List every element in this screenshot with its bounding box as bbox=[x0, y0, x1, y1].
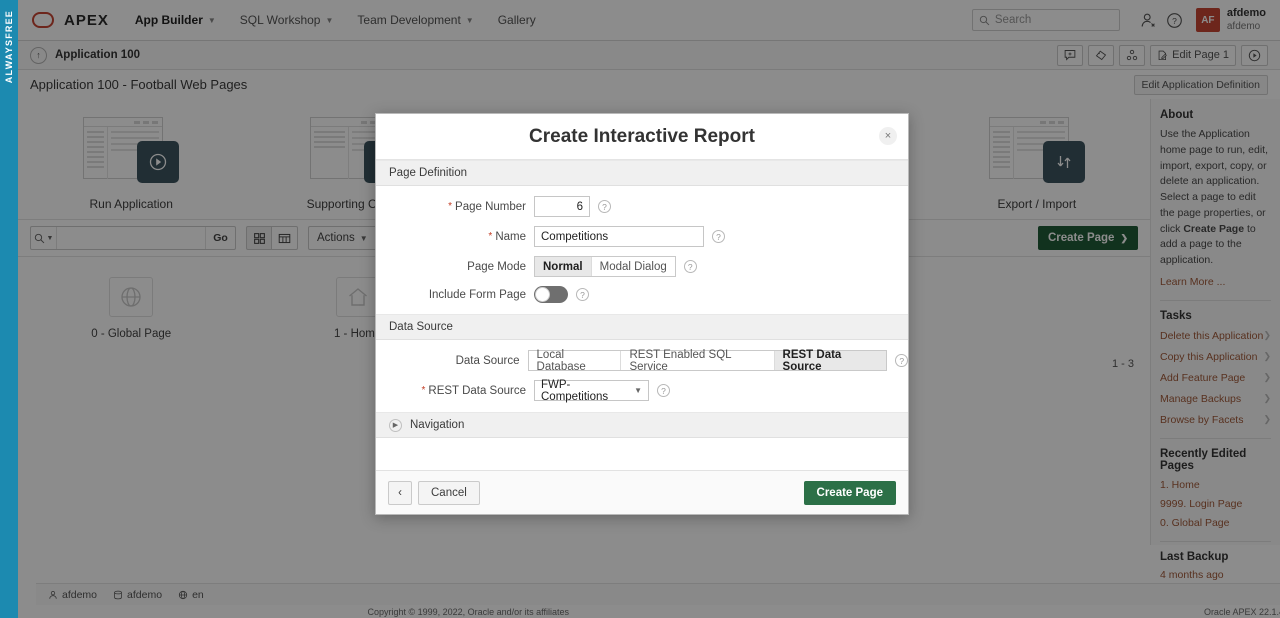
name-input[interactable]: Competitions bbox=[534, 226, 704, 247]
create-page-submit-button[interactable]: Create Page bbox=[804, 481, 896, 505]
section-header-navigation[interactable]: ▶ Navigation bbox=[376, 412, 908, 438]
rest-data-source-label: REST Data Source bbox=[428, 385, 526, 397]
page-number-label-wrap: * Page Number bbox=[376, 201, 534, 213]
page-mode-label: Page Mode bbox=[376, 261, 534, 273]
dialog-body: Page Definition * Page Number 6 ? * Name… bbox=[376, 160, 908, 470]
apex-app-builder-screen: ALWAYSFREE APEX App Builder ▼ SQL Worksh… bbox=[0, 0, 1280, 618]
field-row-rest-data-source: * REST Data Source FWP-Competitions ▼ ? bbox=[376, 380, 908, 401]
data-source-label: Data Source bbox=[376, 355, 528, 367]
expand-triangle-icon[interactable]: ▶ bbox=[389, 419, 402, 432]
section-body-page-definition: * Page Number 6 ? * Name Competitions ? … bbox=[376, 186, 908, 314]
name-label: Name bbox=[495, 231, 526, 243]
help-icon[interactable]: ? bbox=[684, 260, 697, 273]
field-row-name: * Name Competitions ? bbox=[376, 226, 908, 247]
cancel-button[interactable]: Cancel bbox=[418, 481, 480, 505]
field-row-page-mode: Page Mode Normal Modal Dialog ? bbox=[376, 256, 908, 277]
always-free-label: ALWAYSFREE bbox=[4, 10, 14, 83]
back-button[interactable]: ‹ bbox=[388, 481, 412, 505]
close-icon[interactable]: × bbox=[879, 127, 897, 145]
dialog-title: Create Interactive Report bbox=[529, 126, 755, 148]
field-row-data-source: Data Source Local Database REST Enabled … bbox=[376, 350, 908, 371]
page-number-label: Page Number bbox=[455, 201, 526, 213]
page-mode-option-modal-dialog[interactable]: Modal Dialog bbox=[592, 257, 675, 276]
name-label-wrap: * Name bbox=[376, 231, 534, 243]
required-marker: * bbox=[422, 386, 426, 396]
help-icon[interactable]: ? bbox=[895, 354, 908, 367]
rest-data-source-value: FWP-Competitions bbox=[541, 379, 634, 403]
chevron-down-icon: ▼ bbox=[634, 386, 642, 395]
rest-data-source-select[interactable]: FWP-Competitions ▼ bbox=[534, 380, 649, 401]
data-source-option-rest-enabled-sql-service[interactable]: REST Enabled SQL Service bbox=[621, 351, 774, 370]
section-header-data-source: Data Source bbox=[376, 314, 908, 340]
toggle-knob bbox=[535, 287, 550, 302]
navigation-heading: Navigation bbox=[410, 419, 464, 431]
required-marker: * bbox=[448, 202, 452, 212]
data-source-switch: Local Database REST Enabled SQL Service … bbox=[528, 350, 888, 371]
help-icon[interactable]: ? bbox=[712, 230, 725, 243]
required-marker: * bbox=[488, 232, 492, 242]
data-source-option-rest-data-source[interactable]: REST Data Source bbox=[775, 351, 887, 370]
dialog-title-bar: Create Interactive Report × bbox=[376, 114, 908, 160]
help-icon[interactable]: ? bbox=[576, 288, 589, 301]
page-mode-option-normal[interactable]: Normal bbox=[535, 257, 592, 276]
help-icon[interactable]: ? bbox=[598, 200, 611, 213]
page-mode-switch: Normal Modal Dialog bbox=[534, 256, 676, 277]
page-number-input[interactable]: 6 bbox=[534, 196, 590, 217]
field-row-include-form-page: Include Form Page ? bbox=[376, 286, 908, 303]
rest-data-source-label-wrap: * REST Data Source bbox=[376, 385, 534, 397]
section-body-data-source: Data Source Local Database REST Enabled … bbox=[376, 340, 908, 412]
include-form-page-label: Include Form Page bbox=[376, 289, 534, 301]
create-interactive-report-dialog: Create Interactive Report × Page Definit… bbox=[375, 113, 909, 515]
section-header-page-definition: Page Definition bbox=[376, 160, 908, 186]
include-form-page-toggle[interactable] bbox=[534, 286, 568, 303]
field-row-page-number: * Page Number 6 ? bbox=[376, 196, 908, 217]
data-source-option-local-database[interactable]: Local Database bbox=[529, 351, 622, 370]
always-free-banner: ALWAYSFREE bbox=[0, 0, 18, 618]
dialog-footer: ‹ Cancel Create Page bbox=[376, 470, 908, 514]
help-icon[interactable]: ? bbox=[657, 384, 670, 397]
